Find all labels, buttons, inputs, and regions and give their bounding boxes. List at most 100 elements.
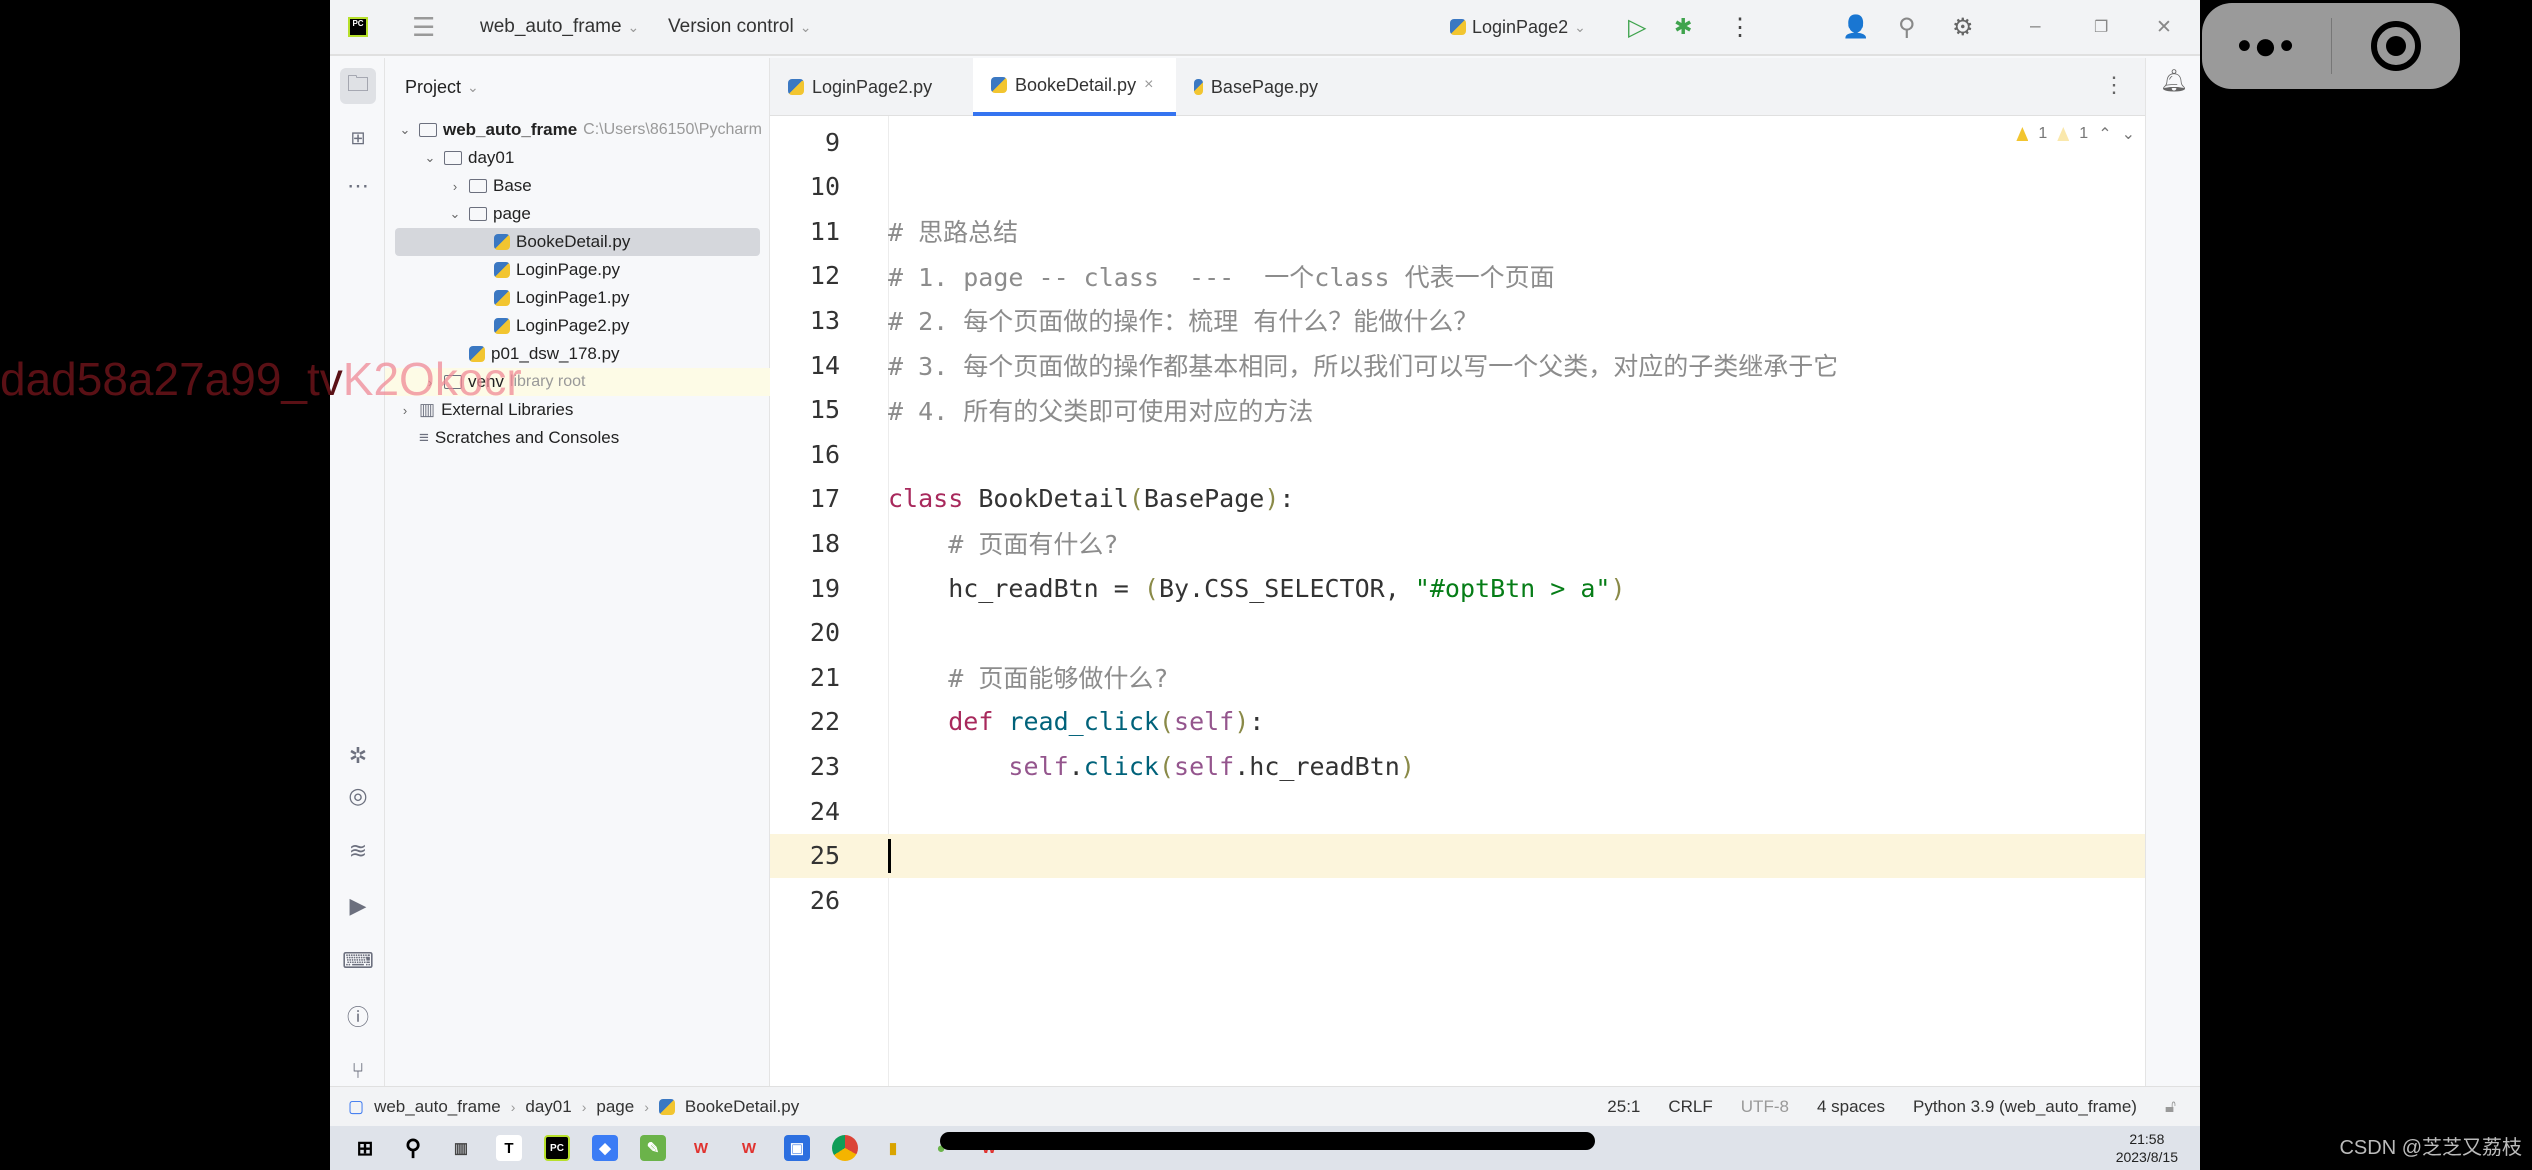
folder-icon[interactable]: 🗀	[340, 68, 376, 104]
tree-item[interactable]: › ▥ External Libraries	[385, 396, 574, 424]
more-icon[interactable]: ⋮	[1728, 13, 1752, 42]
breadcrumb-item[interactable]: day01	[525, 1097, 571, 1117]
pycharm-app-icon[interactable]: PC	[544, 1135, 570, 1161]
vcs-selector[interactable]: Version control ⌄	[668, 16, 811, 38]
system-clock[interactable]: 21:58 2023/8/15	[2116, 1130, 2178, 1166]
tabs-more-icon[interactable]: ⋮	[2103, 72, 2125, 98]
title-bar: PC ☰ web_auto_frame ⌄ Version control ⌄ Lo…	[330, 0, 2200, 56]
structure-icon[interactable]: ⊞	[340, 120, 376, 156]
python-file-icon	[494, 290, 510, 306]
breadcrumb-item[interactable]: web_auto_frame	[374, 1097, 501, 1117]
debug-tool-icon[interactable]: ✲	[340, 738, 376, 774]
gear-icon[interactable]: ⚙	[1952, 13, 1974, 42]
breadcrumb-item[interactable]: BookeDetail.py	[685, 1097, 799, 1117]
tree-item[interactable]: LoginPage2.py	[385, 312, 629, 340]
typora-app-icon[interactable]: T	[496, 1135, 522, 1161]
code-token: self	[1008, 751, 1069, 781]
code-line[interactable]: 22 def read_click(self):	[770, 700, 2145, 744]
code-line[interactable]: 23 self.click(self.hc_readBtn)	[770, 744, 2145, 788]
chevron-down-icon[interactable]: ⌄	[397, 122, 413, 138]
tree-item[interactable]: BookeDetail.py	[395, 228, 760, 256]
chevron-down-icon: ⌄	[467, 78, 479, 95]
app-icon[interactable]: ▣	[784, 1135, 810, 1161]
services-icon[interactable]: ▶	[340, 888, 376, 924]
interpreter-selector[interactable]: Python 3.9 (web_auto_frame)	[1913, 1097, 2137, 1117]
code-line[interactable]: 18 # 页面有什么?	[770, 521, 2145, 565]
code-line[interactable]: 26	[770, 878, 2145, 922]
code-line[interactable]: 25	[770, 833, 2145, 878]
code-line[interactable]: 24	[770, 789, 2145, 833]
more-tools-icon[interactable]: ⋯	[340, 168, 376, 204]
chevron-down-icon[interactable]: ⌄	[422, 150, 438, 166]
tree-item[interactable]: ⌄ web_auto_frame C:\Users\86150\Pycharm	[385, 116, 762, 144]
tree-item[interactable]: › Base	[385, 172, 532, 200]
line-number: 25	[809, 841, 840, 871]
app-icon[interactable]: ▮	[880, 1135, 906, 1161]
line-separator[interactable]: CRLF	[1668, 1097, 1712, 1117]
notifications-icon[interactable]: 🔔︎	[2160, 68, 2188, 94]
tree-item[interactable]: ⌄ page	[385, 200, 531, 228]
tree-item[interactable]: p01_dsw_178.py	[385, 340, 620, 368]
more-options-icon[interactable]: •●•	[2202, 24, 2331, 69]
search-icon[interactable]: ⚲	[1898, 13, 1916, 42]
code-line[interactable]: 16	[770, 432, 2145, 476]
chevron-down-icon: ⌄	[799, 18, 812, 35]
code-line[interactable]: 19 hc_readBtn = (By.CSS_SELECTOR, "#optB…	[770, 566, 2145, 610]
editor-tab[interactable]: LoginPage2.py	[770, 58, 973, 116]
problems-icon[interactable]: ⓘ	[340, 998, 376, 1034]
add-user-icon[interactable]: 👤	[1842, 14, 1869, 40]
debug-icon[interactable]: ✱	[1674, 14, 1692, 40]
code-line[interactable]: 10	[770, 165, 2145, 209]
main-menu-icon[interactable]: ☰	[412, 12, 435, 43]
lock-icon[interactable]: 🔓︎	[2165, 1097, 2176, 1117]
code-token: self	[1174, 751, 1235, 781]
tree-item[interactable]: › venv library root	[385, 368, 770, 396]
notepad-app-icon[interactable]: ✎	[640, 1135, 666, 1161]
project-panel-header[interactable]: Project ⌄	[385, 58, 769, 116]
code-line[interactable]: 13 # 2. 每个页面做的操作：梳理 有什么？能做什么？	[770, 298, 2145, 342]
tree-item[interactable]: ≡ Scratches and Consoles	[385, 424, 619, 452]
code-line[interactable]: 14 # 3. 每个页面做的操作都基本相同，所以我们可以写一个父类，对应的子类继承…	[770, 343, 2145, 387]
code-line[interactable]: 11 # 思路总结	[770, 209, 2145, 253]
wps-app-icon[interactable]: W	[736, 1135, 762, 1161]
tree-item[interactable]: LoginPage.py	[385, 256, 620, 284]
chevron-right-icon[interactable]: ›	[397, 403, 413, 418]
tree-item[interactable]: LoginPage1.py	[385, 284, 629, 312]
editor-tab[interactable]: BasePage.py	[1176, 58, 1336, 116]
chevron-right-icon[interactable]: ›	[447, 179, 463, 194]
layers-icon[interactable]: ≋	[340, 833, 376, 869]
python-console-icon[interactable]: ◎	[340, 778, 376, 814]
taskbar-search-icon[interactable]: ⚲	[400, 1135, 426, 1161]
wps-app-icon[interactable]: W	[688, 1135, 714, 1161]
code-line[interactable]: 17 class BookDetail(BasePage):	[770, 477, 2145, 521]
indent-setting[interactable]: 4 spaces	[1817, 1097, 1885, 1117]
run-config-selector[interactable]: LoginPage2 ⌄	[1450, 17, 1586, 38]
code-editor[interactable]: 1 1 ⌃ ⌄ 9 10 11 # 思路总结 12 # 1. page -- class -…	[770, 116, 2145, 1086]
chevron-down-icon[interactable]: ⌄	[447, 206, 463, 222]
code-line[interactable]: 15 # 4. 所有的父类即可使用对应的方法	[770, 388, 2145, 432]
close-target-icon[interactable]	[2332, 19, 2460, 73]
editor-tab[interactable]: BookeDetail.py ×	[973, 58, 1176, 116]
code-line[interactable]: 20	[770, 611, 2145, 655]
minimize-icon[interactable]: –	[2030, 16, 2041, 38]
code-line[interactable]: 9	[770, 120, 2145, 164]
project-selector[interactable]: web_auto_frame ⌄	[480, 16, 639, 38]
breadcrumb-item[interactable]: page	[596, 1097, 634, 1117]
task-view-icon[interactable]: ▥	[448, 1135, 474, 1161]
windows-start-icon[interactable]: ⊞	[352, 1135, 378, 1161]
git-icon[interactable]: ⑂	[340, 1053, 376, 1089]
restore-icon[interactable]: ❐	[2094, 17, 2108, 37]
close-icon[interactable]: ✕	[2156, 16, 2172, 39]
file-encoding[interactable]: UTF-8	[1741, 1097, 1789, 1117]
close-tab-icon[interactable]: ×	[1144, 76, 1153, 94]
code-token: # 页面能够做什么?	[948, 664, 1169, 694]
run-icon[interactable]: ▷	[1628, 13, 1646, 42]
app-icon[interactable]: ◆	[592, 1135, 618, 1161]
code-line[interactable]: 12 # 1. page -- class --- 一个class 代表一个页面	[770, 254, 2145, 298]
code-line[interactable]: 21 # 页面能够做什么?	[770, 655, 2145, 699]
chrome-app-icon[interactable]	[832, 1135, 858, 1161]
terminal-icon[interactable]: ⌨	[340, 943, 376, 979]
tree-item[interactable]: ⌄ day01	[385, 144, 515, 172]
caret-position[interactable]: 25:1	[1607, 1097, 1640, 1117]
chevron-right-icon[interactable]: ›	[422, 375, 438, 390]
